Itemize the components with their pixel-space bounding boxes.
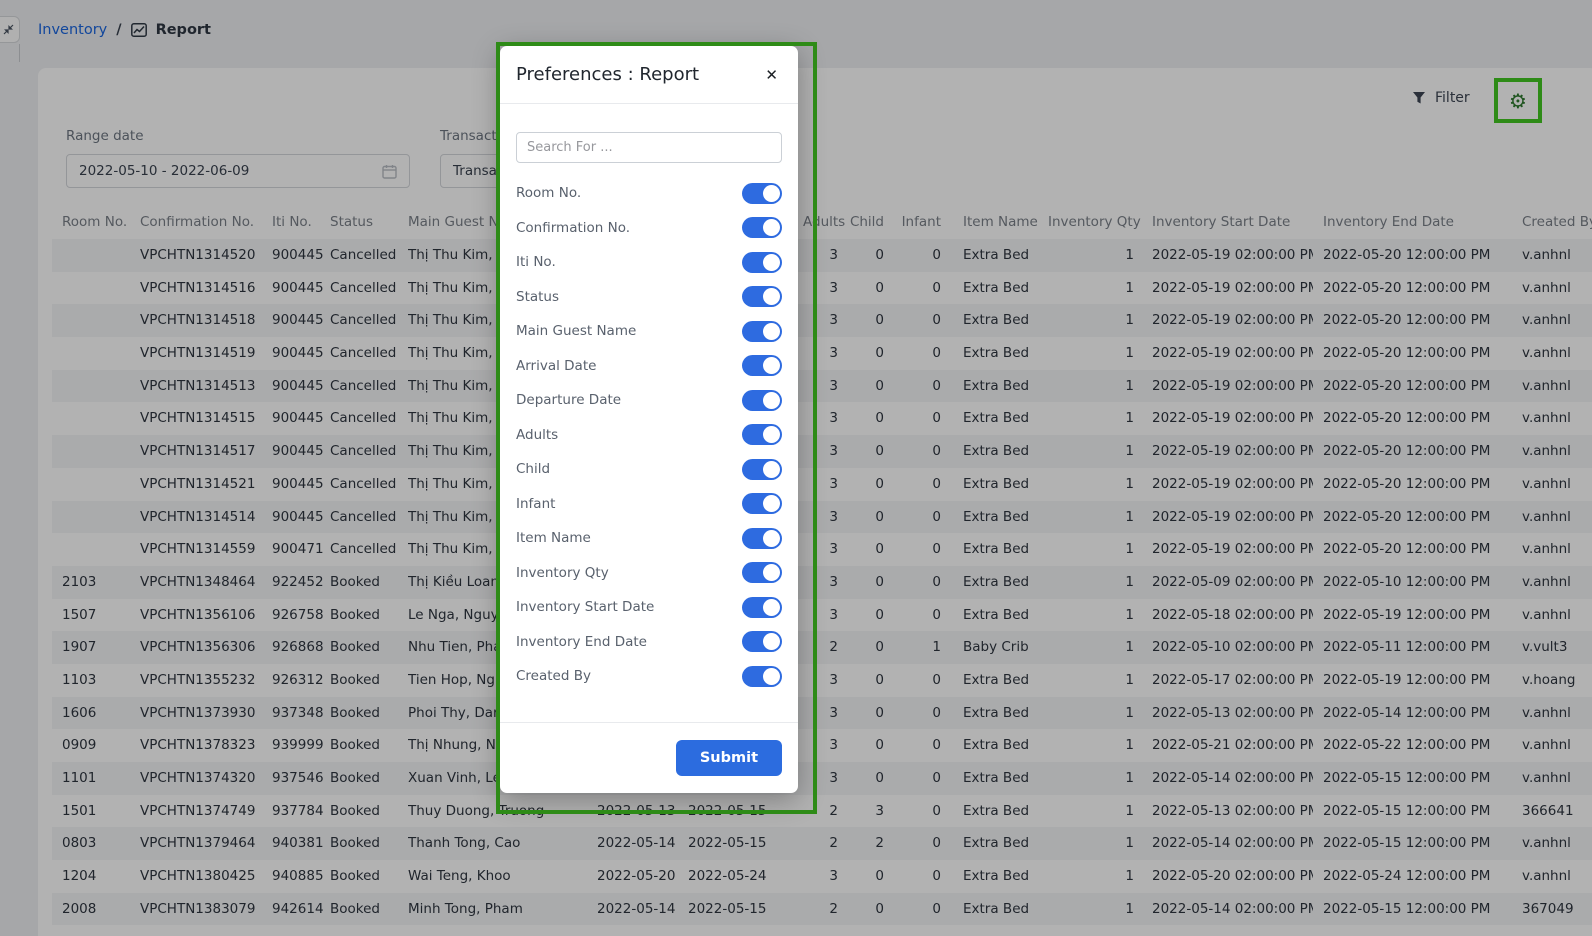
preference-toggle[interactable] [742,355,782,376]
preference-toggle[interactable] [742,286,782,307]
submit-button[interactable]: Submit [676,740,782,776]
preference-toggle[interactable] [742,183,782,204]
preference-row: Adults [516,418,782,453]
preference-label: Main Guest Name [516,323,636,339]
toggle-knob [763,461,780,478]
preference-label: Item Name [516,530,591,546]
toggle-knob [763,426,780,443]
toggle-knob [763,530,780,547]
preference-toggle[interactable] [742,252,782,273]
toggle-knob [763,254,780,271]
preference-row: Status [516,280,782,315]
modal-title: Preferences : Report [516,64,761,85]
toggle-knob [763,633,780,650]
modal-body: Search For ... Room No. Confirmation No. I… [500,104,798,722]
preference-label: Infant [516,496,555,512]
search-placeholder: Search For ... [527,140,613,155]
toggle-knob [763,357,780,374]
preference-label: Child [516,461,550,477]
preference-label: Inventory Start Date [516,599,654,615]
preference-label: Iti No. [516,254,556,270]
report-page: Inventory / Report Filter ⚙ Range date 2… [0,0,1592,936]
preference-toggle[interactable] [742,390,782,411]
preference-row: Iti No. [516,245,782,280]
toggle-knob [763,288,780,305]
preference-toggle[interactable] [742,424,782,445]
preference-toggle[interactable] [742,321,782,342]
preferences-modal: Preferences : Report ✕ Search For ... Ro… [500,46,798,793]
preference-label: Inventory End Date [516,634,647,650]
preference-label: Inventory Qty [516,565,609,581]
toggle-knob [763,323,780,340]
preference-row: Inventory Start Date [516,590,782,625]
preference-row: Child [516,452,782,487]
preference-label: Created By [516,668,591,684]
toggle-knob [763,599,780,616]
preference-row: Arrival Date [516,349,782,384]
preference-toggle[interactable] [742,528,782,549]
preference-row: Main Guest Name [516,314,782,349]
preference-label: Confirmation No. [516,220,630,236]
toggle-knob [763,392,780,409]
preference-row: Room No. [516,176,782,211]
preference-toggle[interactable] [742,631,782,652]
modal-footer: Submit [500,722,798,793]
preference-row: Infant [516,487,782,522]
preference-label: Status [516,289,559,305]
preference-toggle[interactable] [742,562,782,583]
preference-label: Room No. [516,185,581,201]
preference-label: Departure Date [516,392,621,408]
preference-row: Inventory Qty [516,556,782,591]
search-input[interactable]: Search For ... [516,132,782,163]
toggle-list: Room No. Confirmation No. Iti No. Status Mai… [516,176,782,694]
toggle-knob [763,564,780,581]
preference-label: Adults [516,427,558,443]
toggle-knob [763,185,780,202]
preference-toggle[interactable] [742,217,782,238]
preference-toggle[interactable] [742,666,782,687]
preference-row: Item Name [516,521,782,556]
preference-toggle[interactable] [742,493,782,514]
toggle-knob [763,219,780,236]
toggle-knob [763,668,780,685]
close-icon[interactable]: ✕ [761,64,782,86]
modal-header: Preferences : Report ✕ [500,46,798,104]
preference-label: Arrival Date [516,358,596,374]
preference-row: Confirmation No. [516,211,782,246]
toggle-knob [763,495,780,512]
preference-row: Inventory End Date [516,625,782,660]
preference-toggle[interactable] [742,459,782,480]
preference-row: Created By [516,659,782,694]
preference-toggle[interactable] [742,597,782,618]
preference-row: Departure Date [516,383,782,418]
